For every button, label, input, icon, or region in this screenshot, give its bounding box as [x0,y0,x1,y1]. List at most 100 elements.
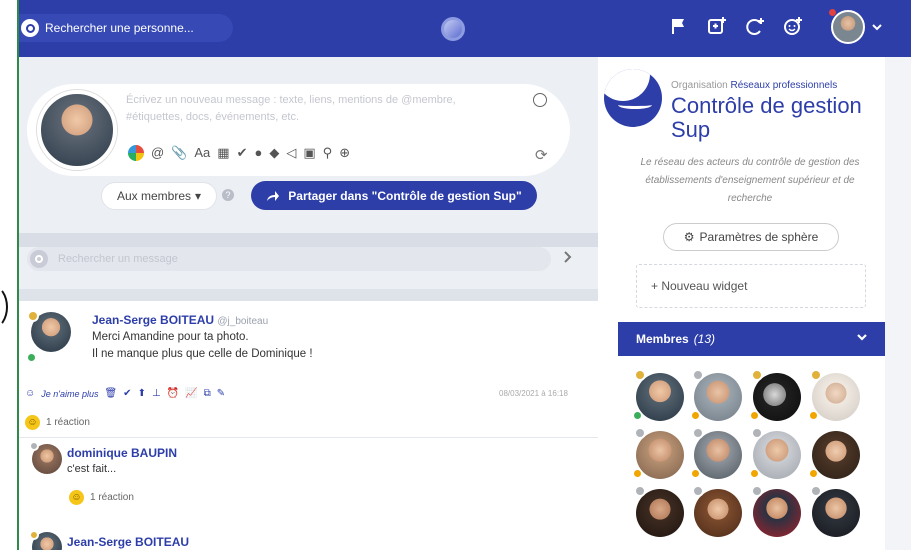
reaction-summary[interactable]: ☺ 1 réaction [69,490,134,505]
help-icon[interactable]: ? [222,189,234,201]
badge-icon [810,485,822,497]
member-avatar[interactable] [751,427,801,479]
arrow-up-icon[interactable]: ⬆ [138,388,146,399]
message-placeholder-2: #étiquettes, docs, événements, etc. [126,111,300,123]
sidebar-gutter [885,57,911,550]
chart-icon[interactable]: 📈 [185,388,197,399]
message-input[interactable]: Écrivez un nouveau message : texte, lien… [126,92,506,126]
members-header[interactable]: Membres (13) [618,322,885,356]
reaction-count: 1 réaction [46,417,90,428]
member-avatar[interactable] [751,485,801,537]
online-status [28,354,35,361]
sphere-sidebar: Organisation Réseaux professionnels Cont… [598,57,885,550]
refresh-icon[interactable]: ⟳ [535,146,548,164]
compose-box: Écrivez un nouveau message : texte, lien… [27,84,570,176]
delete-icon[interactable]: 🗑 [104,388,117,399]
sphere-settings-button[interactable]: ⚙ Paramètres de sphère [663,223,839,251]
smile-emoji-icon: ☺ [25,415,40,430]
add-event-icon[interactable] [743,14,767,38]
member-avatar[interactable] [751,369,801,421]
badge-icon [751,485,763,497]
feed: Jean-Serge BOITEAU @j_boiteau Merci Aman… [19,301,598,550]
badge-icon [692,369,704,381]
sphere-title: Contrôle de gestion Sup [671,93,862,142]
unlike-icon[interactable]: ☺ [25,388,35,399]
post-author[interactable]: Jean-Serge BOITEAU @j_boiteau [92,313,268,327]
chevron-down-icon[interactable] [871,20,883,36]
comment-author[interactable]: Jean-Serge BOITEAU [67,535,189,549]
organisation-kicker: Organisation Réseaux professionnels [671,80,837,91]
add-user-icon[interactable] [781,14,805,38]
search-icon [30,250,48,268]
post-actions: ☺ Je n'aime plus 🗑 ✔ ⬆ ⊥ ⏰ 📈 ⧉ ✎ [25,388,225,399]
divider [19,233,598,247]
badge-icon [634,369,646,381]
message-search[interactable]: Rechercher un message [27,247,551,271]
megaphone-icon[interactable]: ◁ [286,145,296,161]
gift-icon[interactable]: ▣ [303,145,315,161]
attach-icon[interactable]: 📎 [171,145,187,161]
share-button[interactable]: Partager dans "Contrôle de gestion Sup" [251,181,537,210]
add-sphere-icon[interactable] [705,14,729,38]
chevron-right-icon[interactable] [562,250,572,266]
share-label: Partager dans "Contrôle de gestion Sup" [288,188,522,203]
member-avatar[interactable] [634,427,684,479]
member-avatar[interactable] [810,485,860,537]
away-status [692,470,699,477]
top-bar: Rechercher une personne... [19,0,911,57]
badge-icon [29,530,39,540]
alarm-icon[interactable]: ⏰ [167,388,179,399]
user-avatar[interactable] [831,10,865,44]
edit-icon[interactable]: ✎ [217,388,225,399]
post-body: Merci Amandine pour ta photo. Il ne manq… [92,329,313,363]
online-status [634,412,641,419]
smile-emoji-icon: ☺ [69,490,84,505]
chat-icon[interactable]: ● [255,145,263,161]
member-avatar[interactable] [692,369,742,421]
organisation-logo [604,69,662,127]
plus-circle-icon[interactable]: ⊕ [339,145,350,161]
calendar-icon[interactable]: ▦ [217,145,229,161]
member-avatar[interactable] [634,369,684,421]
post-date: 08/03/2021 à 16:18 [499,389,568,398]
tag-icon[interactable]: ◆ [269,145,279,161]
members-count: (13) [693,332,716,346]
member-avatar[interactable] [634,485,684,537]
people-search[interactable]: Rechercher une personne... [19,14,233,42]
flag-icon[interactable] [667,14,691,38]
organisation-label: Organisation [671,80,728,91]
unlike-link[interactable]: Je n'aime plus [41,389,98,399]
location-icon[interactable]: ⚲ [323,145,333,161]
members-label: Membres [636,332,689,346]
check-icon[interactable]: ✔ [237,145,248,161]
away-status [751,412,758,419]
divider [19,289,598,301]
away-status [692,412,699,419]
pin-icon[interactable]: ⊥ [152,388,161,399]
badge-icon [634,427,646,439]
translate-icon[interactable]: ⧉ [204,388,211,399]
font-icon[interactable]: Aa [194,145,210,161]
badge-icon [692,485,704,497]
app-window: Rechercher une personne... Écrivez un no… [0,0,911,550]
home-logo-icon[interactable] [441,17,465,41]
mention-icon[interactable]: @ [151,145,164,161]
comment-author[interactable]: dominique BAUPIN [67,446,177,460]
emoji-icon[interactable] [533,93,547,107]
member-avatar[interactable] [810,369,860,421]
post-line: Merci Amandine pour ta photo. [92,331,249,343]
sphere-settings-label: Paramètres de sphère [699,230,819,244]
color-icon[interactable] [128,145,144,161]
audience-select[interactable]: Aux membres ▾ [101,182,217,210]
organisation-link[interactable]: Réseaux professionnels [730,80,837,91]
caret-down-icon: ▾ [195,189,202,203]
member-avatar[interactable] [692,427,742,479]
validate-icon[interactable]: ✔ [123,388,131,399]
member-avatar[interactable] [810,431,860,479]
chevron-down-icon [856,331,868,345]
member-avatar[interactable] [692,485,742,537]
new-widget-button[interactable]: + Nouveau widget [636,264,866,308]
badge-icon [29,441,39,451]
message-placeholder-1: Écrivez un nouveau message : texte, lien… [126,94,456,106]
reaction-summary[interactable]: ☺ 1 réaction [25,415,90,430]
